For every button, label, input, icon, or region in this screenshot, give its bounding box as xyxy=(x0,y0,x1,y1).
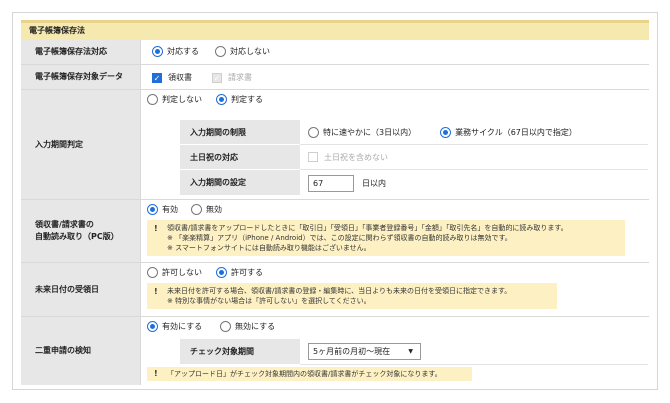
radio-limit-cycle[interactable]: 業務サイクル（67日以内で指定） xyxy=(440,126,577,138)
row-label: 領収書/請求書の 自動読み取り（PC版） xyxy=(21,200,141,262)
row-target-data: 電子帳簿保存対象データ ✓ 領収書 ✓ 請求書 xyxy=(21,65,649,90)
autoread-note: ! 領収書/請求書をアップロードしたときに「取引日」「受領日」「事業者登録番号」… xyxy=(147,220,625,256)
radio-selected-icon xyxy=(152,46,163,57)
sub-label: 入力期間の設定 xyxy=(180,170,300,196)
period-subtable: 入力期間の制限 特に速やかに（3日以内） 業務サイクル（67日以内で指定） 土日… xyxy=(180,120,648,198)
checkbox-holiday: 土日祝を含めない xyxy=(308,152,388,163)
radio-period-no[interactable]: 判定しない xyxy=(147,94,202,105)
duplicate-subtable: チェック対象期間 5ヶ月前の月初〜現在 ▼ xyxy=(180,339,648,365)
period-days-input[interactable]: 67 xyxy=(308,174,354,192)
row-label: 未来日付の受領日 xyxy=(21,263,141,316)
checkbox-invoice: ✓ 請求書 xyxy=(212,72,252,83)
warning-icon: ! xyxy=(154,224,158,233)
check-period-select[interactable]: 5ヶ月前の月初〜現在 ▼ xyxy=(308,343,421,360)
checkbox-disabled-icon xyxy=(308,152,318,162)
period-days-unit: 日以内 xyxy=(362,178,386,188)
radio-duplicate-off[interactable]: 無効にする xyxy=(220,321,275,332)
row-label: 電子帳簿保存対象データ xyxy=(21,65,141,89)
sub-label: 土日祝の対応 xyxy=(180,145,300,170)
row-future-date: 未来日付の受領日 許可しない 許可する ! 未来日付を許可する場合、領収書/請求… xyxy=(21,263,649,317)
radio-selected-icon xyxy=(147,204,158,215)
radio-icon xyxy=(147,94,158,105)
settings-panel: 電子帳簿保存法 電子帳簿保存法対応 対応する 対応しない 電子帳簿保存対象データ… xyxy=(12,12,658,390)
caret-down-icon: ▼ xyxy=(408,348,413,355)
checkbox-receipt[interactable]: ✓ 領収書 xyxy=(152,72,192,83)
row-label: 電子帳簿保存法対応 xyxy=(21,40,141,64)
radio-future-no[interactable]: 許可しない xyxy=(147,267,202,278)
checkbox-checked-icon: ✓ xyxy=(152,72,162,83)
sub-label: 入力期間の制限 xyxy=(180,120,300,145)
radio-limit-fast[interactable]: 特に速やかに（3日以内） xyxy=(308,126,416,138)
radio-selected-icon xyxy=(147,321,158,332)
checkbox-disabled-icon: ✓ xyxy=(212,72,222,83)
radio-compliance-yes[interactable]: 対応する xyxy=(152,46,199,57)
warning-icon: ! xyxy=(154,369,158,378)
radio-icon xyxy=(215,46,226,57)
radio-duplicate-on[interactable]: 有効にする xyxy=(147,321,202,332)
duplicate-note: ! 「アップロード日」がチェック対象期間内の領収書/請求書がチェック対象になりま… xyxy=(147,367,472,381)
radio-selected-icon xyxy=(440,126,452,138)
radio-future-yes[interactable]: 許可する xyxy=(216,267,263,278)
radio-icon xyxy=(147,267,158,278)
radio-icon xyxy=(308,126,319,138)
future-note: ! 未来日付を許可する場合、領収書/請求書の登録・編集時に、当日よりも未来の日付… xyxy=(147,283,557,309)
radio-autoread-on[interactable]: 有効 xyxy=(147,204,178,215)
row-duplicate: 二重申請の検知 有効にする 無効にする ! 「アップロード日」がチェック対象期間… xyxy=(21,317,649,385)
section-title: 電子帳簿保存法 xyxy=(21,20,649,40)
warning-icon: ! xyxy=(154,287,158,296)
sub-label: チェック対象期間 xyxy=(180,339,300,365)
row-label: 二重申請の検知 xyxy=(21,317,141,385)
row-input-period: 入力期間判定 判定しない 判定する 入力期間の制限 特に速やかに（3日以内） 業… xyxy=(21,90,649,200)
radio-icon xyxy=(191,204,202,215)
row-auto-read: 領収書/請求書の 自動読み取り（PC版） 有効 無効 ! 領収書/請求書をアップ… xyxy=(21,200,649,263)
radio-period-yes[interactable]: 判定する xyxy=(216,94,263,105)
row-label: 入力期間判定 xyxy=(21,90,141,199)
radio-compliance-no[interactable]: 対応しない xyxy=(215,46,270,57)
radio-selected-icon xyxy=(216,267,227,278)
radio-icon xyxy=(220,321,231,332)
radio-selected-icon xyxy=(216,94,227,105)
radio-autoread-off[interactable]: 無効 xyxy=(191,204,222,215)
row-compliance: 電子帳簿保存法対応 対応する 対応しない xyxy=(21,40,649,65)
